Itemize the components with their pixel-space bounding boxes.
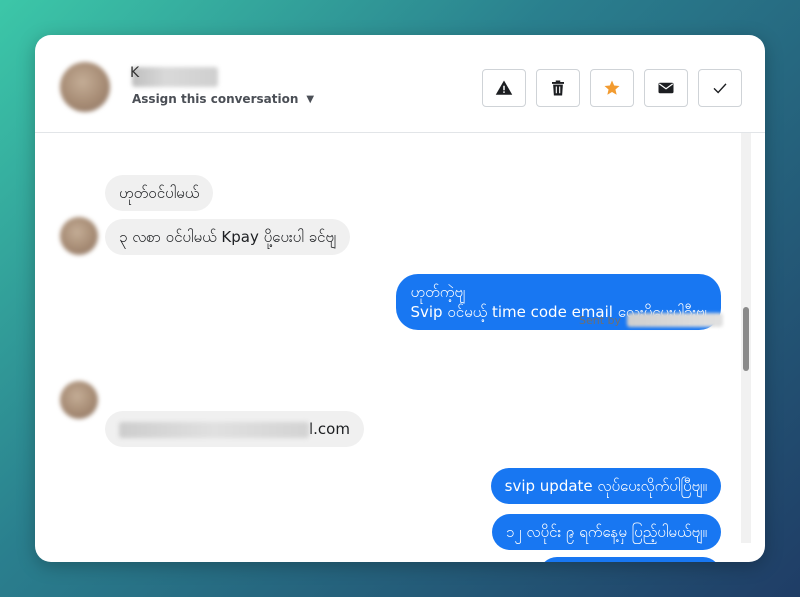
contact-name-redacted <box>132 67 218 87</box>
sender-avatar <box>60 381 98 419</box>
star-button[interactable] <box>590 69 634 107</box>
email-redacted <box>119 421 309 438</box>
outgoing-message: svip update လုပ်ပေးလိုက်ပါပြီဗျ။ <box>490 468 721 504</box>
conversation-header: K Assign this conversation ▼ <box>35 35 765 133</box>
scrollbar-thumb[interactable] <box>743 307 749 371</box>
mark-done-button[interactable] <box>698 69 742 107</box>
mark-unread-button[interactable] <box>644 69 688 107</box>
contact-name-initial: K <box>130 65 140 81</box>
check-icon <box>713 83 727 94</box>
sender-avatar <box>60 217 98 255</box>
incoming-message: ဟုတ်ဝင်ပါမယ် <box>105 175 214 211</box>
mark-spam-button[interactable] <box>482 69 526 107</box>
conversation-actions <box>482 69 742 107</box>
envelope-icon <box>658 82 674 94</box>
contact-avatar <box>60 62 110 112</box>
sender-name-redacted <box>627 313 723 327</box>
assign-label: Assign this conversation <box>132 92 299 106</box>
conversation-panel: K Assign this conversation ▼ ဟုတ်ဝင်ပါမယ… <box>35 35 765 562</box>
warning-icon <box>495 80 513 95</box>
sent-by-text: Sent by <box>578 313 621 327</box>
incoming-message: ၃ လစာ ဝင်ပါမယ် Kpay ပို့ပေးပါ ခင်ဗျ <box>105 219 351 255</box>
outgoing-message: ၁၂ လပိုင်း ၉ ရက်နေ့မှ ပြည့်ပါမယ်ဗျ။ <box>491 514 721 550</box>
message-line: ဟုတ်ကဲ့ဗျ <box>410 283 466 301</box>
thread-scrollbar[interactable] <box>741 133 751 543</box>
sent-by-label: Sent by <box>579 313 723 327</box>
email-suffix: l.com <box>309 420 350 438</box>
caret-down-icon: ▼ <box>306 93 315 105</box>
message-thread[interactable]: ဟုတ်ဝင်ပါမယ် ၃ လစာ ဝင်ပါမယ် Kpay ပို့ပေး… <box>35 133 765 562</box>
assign-conversation-dropdown[interactable]: Assign this conversation ▼ <box>132 92 314 106</box>
trash-icon <box>552 80 564 96</box>
outgoing-message-partial <box>539 557 721 562</box>
delete-button[interactable] <box>536 69 580 107</box>
star-icon <box>604 80 620 95</box>
incoming-message: l.com <box>105 411 364 447</box>
